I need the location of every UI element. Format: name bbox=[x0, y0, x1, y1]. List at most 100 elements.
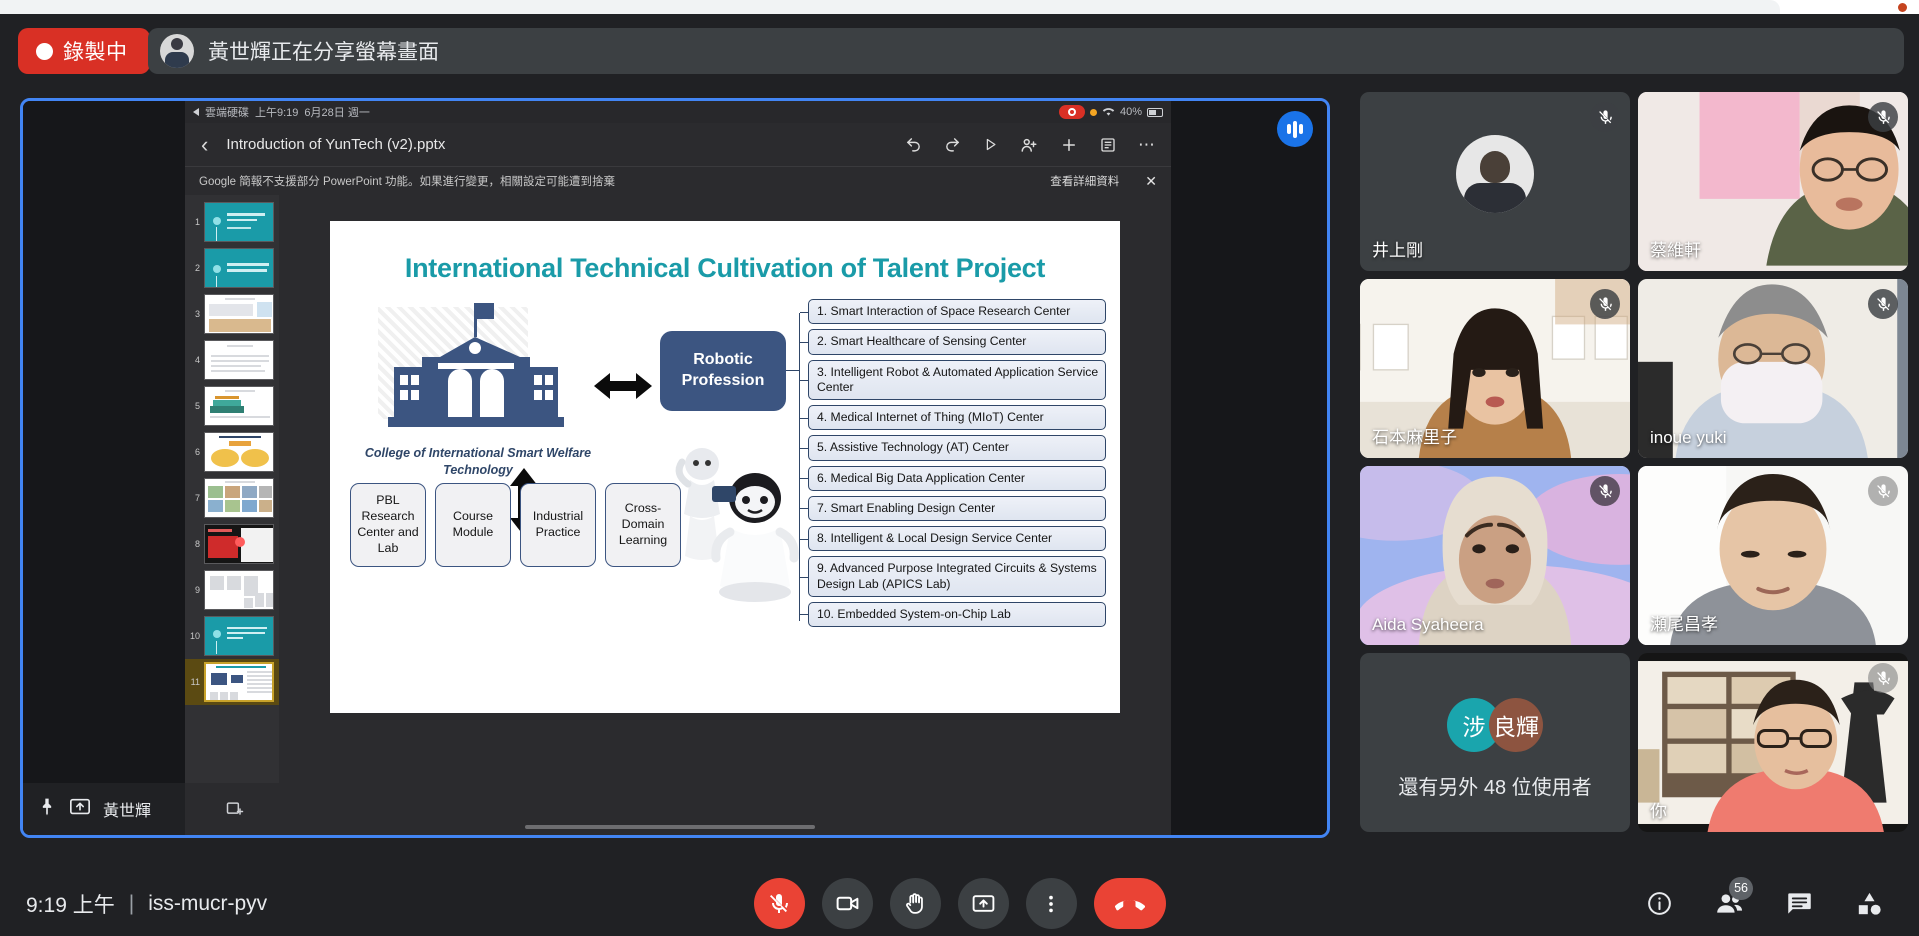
presenter-avatar bbox=[160, 34, 194, 68]
thumbnail-item[interactable]: 2 bbox=[185, 245, 279, 291]
activities-button[interactable] bbox=[1845, 880, 1893, 928]
pillar-box: Course Module bbox=[435, 483, 511, 567]
center-list-item: 4. Medical Internet of Thing (MIoT) Cent… bbox=[808, 405, 1106, 430]
primary-controls bbox=[754, 878, 1166, 929]
thumbnail-preview bbox=[204, 386, 274, 426]
thumbnail-item[interactable]: 1 bbox=[185, 199, 279, 245]
present-screen-icon[interactable] bbox=[69, 796, 91, 823]
mic-off-icon bbox=[1590, 102, 1620, 132]
mirrored-device-screen: 雲端硬碟 上午9:19 6月28日 週一 40% ‹ Intr bbox=[185, 101, 1171, 835]
thumbnail-preview bbox=[204, 478, 274, 518]
meeting-code: iss-mucr-pyv bbox=[148, 892, 267, 916]
thumbnail-item[interactable]: 10 bbox=[185, 613, 279, 659]
more-options-icon[interactable]: ⋯ bbox=[1138, 135, 1155, 155]
shared-screen-panel[interactable]: 雲端硬碟 上午9:19 6月28日 週一 40% ‹ Intr bbox=[20, 98, 1330, 838]
slide-title: International Technical Cultivation of T… bbox=[330, 253, 1120, 284]
participant-count-badge: 56 bbox=[1729, 877, 1753, 900]
thumbnail-number: 7 bbox=[187, 493, 200, 503]
center-list-item: 2. Smart Healthcare of Sensing Center bbox=[808, 329, 1106, 354]
mic-off-icon bbox=[1868, 663, 1898, 693]
mic-off-icon bbox=[1590, 476, 1620, 506]
browser-chrome-sliver bbox=[0, 0, 1919, 14]
thumbnail-item[interactable]: 6 bbox=[185, 429, 279, 475]
slides-app-toolbar: ‹ Introduction of YunTech (v2).pptx bbox=[185, 123, 1171, 167]
participant-tile[interactable]: 石本麻里子 bbox=[1360, 279, 1630, 458]
participant-tile[interactable]: Aida Syaheera bbox=[1360, 466, 1630, 645]
center-list-item: 8. Intelligent & Local Design Service Ce… bbox=[808, 526, 1106, 551]
recording-indicator[interactable]: 錄製中 bbox=[18, 28, 150, 74]
slides-filename[interactable]: Introduction of YunTech (v2).pptx bbox=[226, 136, 445, 153]
thumbnail-preview bbox=[204, 340, 274, 380]
status-date: 6月28日 週一 bbox=[304, 104, 369, 120]
more-options-button[interactable] bbox=[1026, 878, 1077, 929]
end-call-button[interactable] bbox=[1094, 878, 1166, 929]
pillar-box: Cross-Domain Learning bbox=[605, 483, 681, 567]
pillar-box: Industrial Practice bbox=[520, 483, 596, 567]
college-building-icon bbox=[380, 301, 580, 441]
participant-grid: 井上剛 蔡維軒 bbox=[1360, 92, 1908, 832]
meeting-time: 9:19 上午 bbox=[26, 889, 115, 919]
participant-tile[interactable]: 蔡維軒 bbox=[1638, 92, 1908, 271]
thumbnail-item[interactable]: 9 bbox=[185, 567, 279, 613]
add-person-icon[interactable] bbox=[1020, 136, 1038, 154]
thumbnail-number: 6 bbox=[187, 447, 200, 457]
mic-off-button[interactable] bbox=[754, 878, 805, 929]
mic-off-icon bbox=[1868, 476, 1898, 506]
robotic-profession-box: Robotic Profession bbox=[660, 331, 786, 411]
status-battery-percent: 40% bbox=[1120, 106, 1142, 118]
participant-tile-self[interactable]: 你 bbox=[1638, 653, 1908, 832]
mic-off-icon bbox=[1868, 102, 1898, 132]
participant-name: 你 bbox=[1650, 797, 1667, 822]
raise-hand-button[interactable] bbox=[890, 878, 941, 929]
present-screen-button[interactable] bbox=[958, 878, 1009, 929]
thumbnail-number: 1 bbox=[187, 217, 200, 227]
slide-canvas-area[interactable]: International Technical Cultivation of T… bbox=[279, 195, 1171, 835]
slide-thumbnail-rail[interactable]: 1 2 bbox=[185, 195, 279, 835]
thumbnail-item[interactable]: 5 bbox=[185, 383, 279, 429]
present-play-icon[interactable] bbox=[983, 137, 998, 152]
audio-level-indicator bbox=[1277, 111, 1313, 147]
thumbnail-item[interactable]: 3 bbox=[185, 291, 279, 337]
overflow-participants-tile[interactable]: 涉 良輝 還有另外 48 位使用者 bbox=[1360, 653, 1630, 832]
chevron-left-icon[interactable]: ‹ bbox=[201, 132, 208, 158]
notice-details-link[interactable]: 查看詳細資料 bbox=[1050, 173, 1119, 189]
comment-icon[interactable] bbox=[1100, 137, 1116, 153]
thumbnail-item[interactable]: 7 bbox=[185, 475, 279, 521]
slides-editor-body: 1 2 bbox=[185, 195, 1171, 835]
center-list-item: 3. Intelligent Robot & Automated Applica… bbox=[808, 360, 1106, 401]
thumbnail-number: 4 bbox=[187, 355, 200, 365]
current-slide[interactable]: International Technical Cultivation of T… bbox=[330, 221, 1120, 713]
thumbnail-preview bbox=[204, 432, 274, 472]
mic-off-icon bbox=[1868, 289, 1898, 319]
meeting-stage: 雲端硬碟 上午9:19 6月28日 週一 40% ‹ Intr bbox=[0, 82, 1919, 871]
thumbnail-preview bbox=[204, 616, 274, 656]
meeting-details-button[interactable] bbox=[1635, 880, 1683, 928]
notice-close-icon[interactable]: ✕ bbox=[1145, 173, 1157, 190]
overflow-count-text: 還有另外 48 位使用者 bbox=[1360, 771, 1630, 800]
pop-out-icon[interactable] bbox=[185, 783, 285, 835]
participant-tile[interactable]: inoue yuki bbox=[1638, 279, 1908, 458]
participant-tile[interactable]: 井上剛 bbox=[1360, 92, 1630, 271]
pin-icon[interactable] bbox=[37, 797, 57, 822]
screen-share-banner: 黃世輝正在分享螢幕畫面 bbox=[148, 28, 1904, 74]
double-arrow-icon bbox=[592, 369, 654, 403]
thumbnail-item[interactable]: 8 bbox=[185, 521, 279, 567]
thumbnail-item[interactable]: 4 bbox=[185, 337, 279, 383]
chat-button[interactable] bbox=[1775, 880, 1823, 928]
shared-screen-inner: 雲端硬碟 上午9:19 6月28日 週一 40% ‹ Intr bbox=[23, 101, 1327, 835]
recording-dot-icon bbox=[36, 43, 53, 60]
people-button[interactable]: 56 bbox=[1705, 880, 1753, 928]
participant-name: Aida Syaheera bbox=[1372, 615, 1484, 635]
camera-button[interactable] bbox=[822, 878, 873, 929]
thumbnail-number: 10 bbox=[187, 631, 200, 641]
thumbnail-item-active[interactable]: 11 bbox=[185, 659, 279, 705]
horizontal-scrollbar[interactable] bbox=[525, 825, 815, 829]
participant-tile[interactable]: 瀬尾昌孝 bbox=[1638, 466, 1908, 645]
redo-icon[interactable] bbox=[944, 136, 961, 153]
meeting-meta: 9:19 上午 | iss-mucr-pyv bbox=[26, 889, 267, 919]
back-triangle-icon bbox=[193, 108, 199, 116]
thumbnail-preview bbox=[204, 524, 274, 564]
mic-active-dot-icon bbox=[1090, 109, 1097, 116]
plus-icon[interactable] bbox=[1060, 136, 1078, 154]
undo-icon[interactable] bbox=[905, 136, 922, 153]
